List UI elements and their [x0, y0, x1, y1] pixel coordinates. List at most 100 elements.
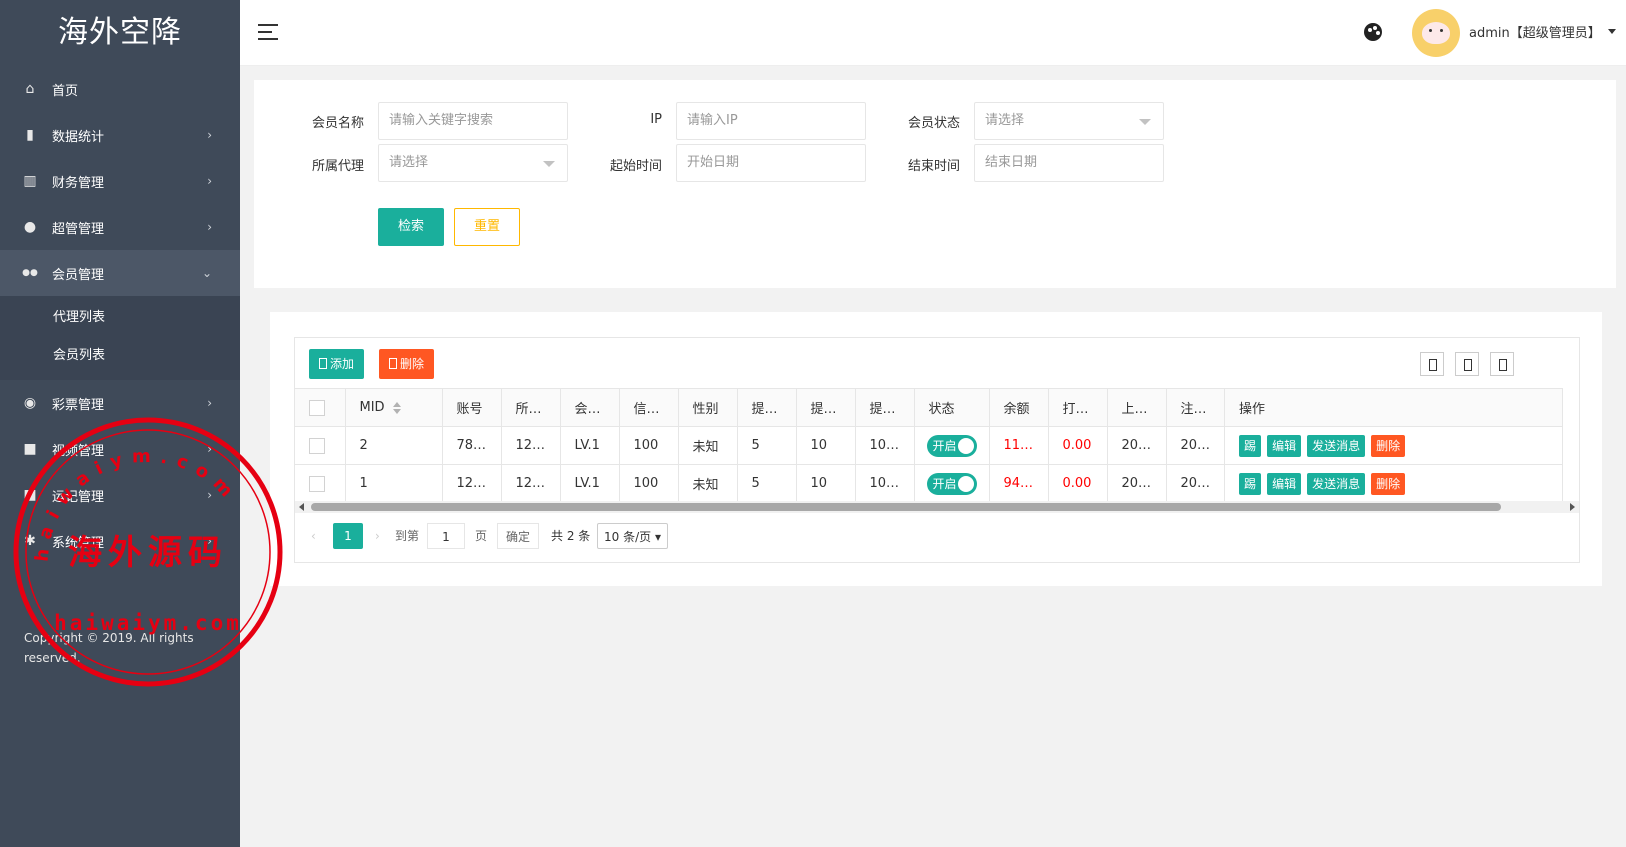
- cell-status: 开启: [914, 464, 990, 503]
- kick-button[interactable]: 踢: [1239, 472, 1262, 495]
- cell-mid: 1: [345, 464, 443, 503]
- goto-label: 到第: [395, 529, 420, 543]
- column-header: 信…: [619, 388, 679, 427]
- add-button[interactable]: 添加: [309, 349, 365, 379]
- sidebar-item-admins[interactable]: ● 超管管理 ›: [0, 204, 240, 250]
- sidebar-item-label: 超管管理: [52, 221, 105, 237]
- caret-down-icon: [543, 161, 555, 167]
- caret-down-icon[interactable]: [1608, 29, 1616, 34]
- scroll-right-icon[interactable]: [1570, 503, 1575, 511]
- export-icon[interactable]: [1455, 352, 1479, 376]
- member-name-input[interactable]: 请输入关键字搜索: [378, 102, 568, 140]
- delete-button[interactable]: 删除: [379, 349, 435, 379]
- column-header: 所…: [501, 388, 561, 427]
- stamp-main-text: 海外源码: [68, 533, 228, 573]
- column-header: 余额: [989, 388, 1049, 427]
- user-name[interactable]: admin【超级管理员】: [1469, 22, 1601, 41]
- cell-gender: 未知: [678, 464, 738, 503]
- bar-chart-icon: ▮: [26, 127, 34, 143]
- page-size-select[interactable]: 10 条/页 ▾: [597, 523, 668, 549]
- start-time-label: 起始时间: [609, 159, 662, 174]
- table-row: 2 78… 12… LV.1 100 未知 5 10 10… 开启 11… 0.…: [295, 426, 1564, 465]
- member-name-label: 会员名称: [311, 116, 364, 131]
- delete-button-label: 删除: [400, 357, 425, 371]
- cell-status: 开启: [914, 426, 990, 465]
- cell-register: 20…: [1166, 464, 1226, 503]
- cell-withdraw: 5: [737, 464, 797, 503]
- cell-actions: 踢编辑 发送消息 删除: [1224, 426, 1564, 465]
- status-toggle[interactable]: 开启: [926, 472, 977, 495]
- horizontal-scrollbar[interactable]: [295, 501, 1579, 513]
- table-header-row: MID 账号 所… 会… 信… 性别 提… 提… 提… 状态 余额 打… 上… …: [295, 388, 1564, 427]
- cell-agent: 12…: [501, 464, 561, 503]
- cell-level: LV.1: [560, 464, 620, 503]
- row-delete-button[interactable]: 删除: [1371, 434, 1406, 457]
- palette-icon[interactable]: [1364, 23, 1382, 41]
- send-message-button[interactable]: 发送消息: [1307, 434, 1366, 457]
- sidebar-item-home[interactable]: ⌂ 首页: [0, 66, 240, 112]
- status-toggle[interactable]: 开启: [926, 434, 977, 457]
- cell-balance: 11…: [989, 426, 1049, 465]
- cell-level: LV.1: [560, 426, 620, 465]
- column-header: 注…: [1166, 388, 1226, 427]
- page-label: 页: [475, 529, 488, 543]
- add-icon: [319, 358, 327, 369]
- pagination: ‹ 1 › 到第 1 页 确定 共 2 条 10 条/页 ▾: [295, 523, 1579, 549]
- reset-button[interactable]: 重置: [454, 208, 520, 246]
- print-icon[interactable]: [1490, 352, 1514, 376]
- scrollbar-thumb[interactable]: [311, 503, 1501, 511]
- end-date-input[interactable]: 结束日期: [974, 144, 1164, 182]
- sidebar-item-stats[interactable]: ▮ 数据统计 ›: [0, 112, 240, 158]
- scroll-left-icon[interactable]: [299, 503, 304, 511]
- sidebar-subitem-agent-list[interactable]: 代理列表: [0, 296, 240, 334]
- row-delete-button[interactable]: 删除: [1371, 472, 1406, 495]
- kick-button[interactable]: 踢: [1239, 434, 1262, 457]
- prev-page-icon[interactable]: ‹: [311, 523, 316, 549]
- cell-balance: 94…: [989, 464, 1049, 503]
- cell-actions: 踢编辑 发送消息 删除: [1224, 464, 1564, 503]
- search-button[interactable]: 检索: [378, 208, 444, 246]
- column-header-mid[interactable]: MID: [345, 388, 443, 427]
- sidebar-item-members[interactable]: ●● 会员管理 ⌄: [0, 250, 240, 296]
- watermark-stamp: haiwaiym.com 海外源码 haiwaiym.com: [13, 417, 283, 687]
- agent-select[interactable]: 请选择: [378, 144, 568, 182]
- gamepad-icon: ◉: [23, 395, 37, 411]
- row-checkbox[interactable]: [295, 426, 346, 465]
- sidebar-item-label: 财务管理: [52, 175, 105, 191]
- cell-agent: 12…: [501, 426, 561, 465]
- sidebar-item-finance[interactable]: ▥ 财务管理 ›: [0, 158, 240, 204]
- edit-button[interactable]: 编辑: [1267, 434, 1302, 457]
- next-page-icon[interactable]: ›: [375, 523, 380, 549]
- sort-icon[interactable]: [392, 401, 401, 414]
- cell-last-login: 20…: [1107, 426, 1167, 465]
- page-current[interactable]: 1: [333, 523, 363, 549]
- app-logo[interactable]: 海外空降: [0, 0, 240, 66]
- select-all-checkbox[interactable]: [295, 388, 346, 427]
- cell-bet: 0.00: [1048, 464, 1108, 503]
- cell-account: 78…: [442, 426, 502, 465]
- select-value: 请选择: [985, 113, 1025, 128]
- start-date-input[interactable]: 开始日期: [676, 144, 866, 182]
- table-panel: 添加 删除 MID 账号 所… 会… 信… 性别 提… 提… 提… 状态 余额 …: [270, 312, 1602, 586]
- member-table: MID 账号 所… 会… 信… 性别 提… 提… 提… 状态 余额 打… 上… …: [295, 388, 1564, 503]
- cell-withdraw: 10: [796, 464, 856, 503]
- cell-register: 20…: [1166, 426, 1226, 465]
- data-table-container: 添加 删除 MID 账号 所… 会… 信… 性别 提… 提… 提… 状态 余额 …: [294, 337, 1580, 563]
- sidebar-subitem-member-list[interactable]: 会员列表: [0, 334, 240, 372]
- column-header: 提…: [737, 388, 797, 427]
- cell-bet: 0.00: [1048, 426, 1108, 465]
- columns-filter-icon[interactable]: [1420, 352, 1444, 376]
- column-header-label: MID: [359, 400, 385, 415]
- row-checkbox[interactable]: [295, 464, 346, 503]
- menu-toggle-icon[interactable]: [258, 24, 278, 40]
- goto-page-input[interactable]: 1: [427, 523, 465, 549]
- submenu-padding: [0, 372, 240, 380]
- goto-confirm-button[interactable]: 确定: [497, 523, 540, 549]
- member-status-select[interactable]: 请选择: [974, 102, 1164, 140]
- ip-input[interactable]: 请输入IP: [676, 102, 866, 140]
- column-header: 上…: [1107, 388, 1167, 427]
- edit-button[interactable]: 编辑: [1267, 472, 1302, 495]
- avatar[interactable]: [1412, 9, 1460, 57]
- send-message-button[interactable]: 发送消息: [1307, 472, 1366, 495]
- select-value: 请选择: [389, 155, 429, 170]
